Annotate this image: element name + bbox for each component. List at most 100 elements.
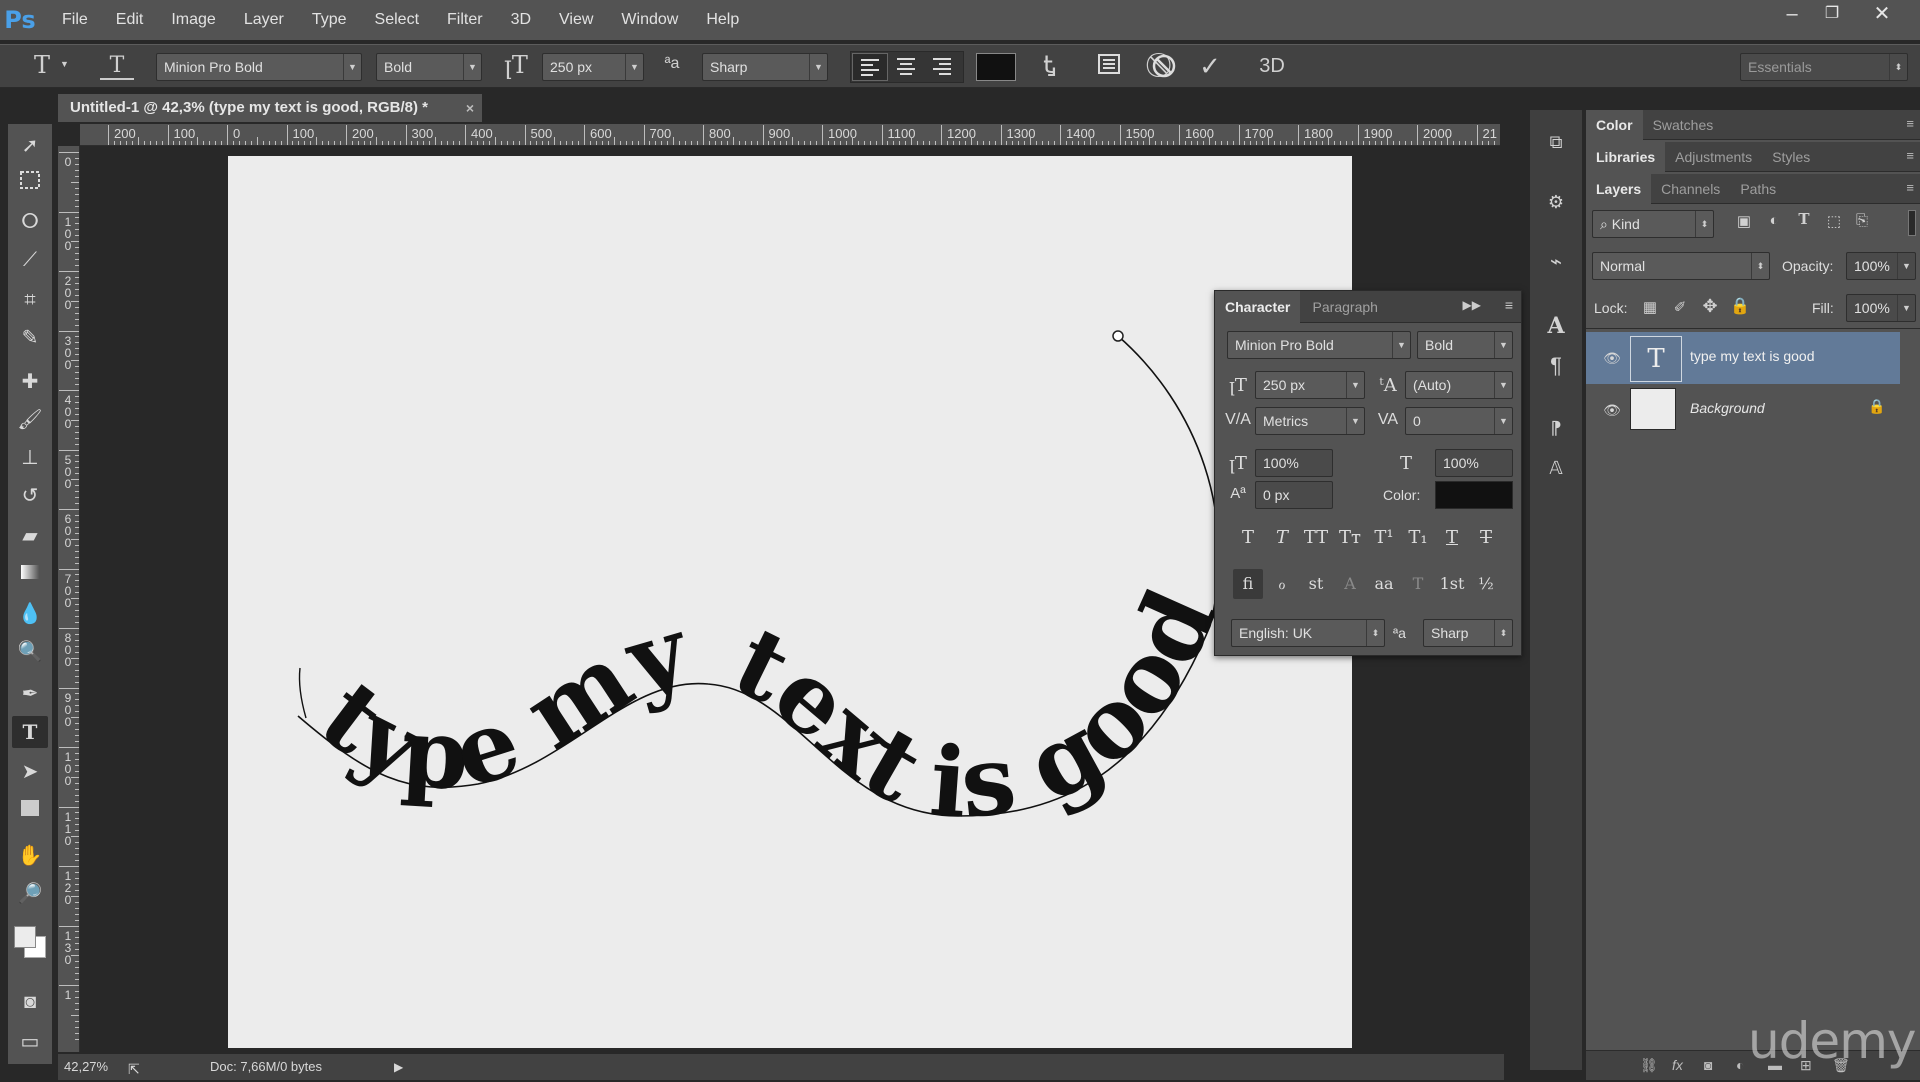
text-color-swatch[interactable] — [976, 53, 1016, 81]
menu-type[interactable]: Type — [298, 0, 361, 40]
layer-name[interactable]: Background — [1690, 400, 1765, 416]
crop-tool-icon[interactable]: ⌗ — [12, 284, 48, 316]
language-select[interactable]: English: UK ⬍ — [1231, 619, 1385, 647]
color-swatches-icon[interactable] — [12, 922, 48, 966]
subscript-button[interactable]: T₁ — [1403, 523, 1433, 553]
menu-view[interactable]: View — [545, 0, 607, 40]
fractions-button[interactable]: ½ — [1471, 569, 1501, 599]
brush-tool-icon[interactable]: 🖌 — [12, 404, 48, 436]
ligatures-button[interactable]: ﬁ — [1233, 569, 1263, 599]
tab-layers[interactable]: Layers — [1586, 174, 1652, 204]
chevron-down-icon[interactable]: ▼ — [60, 59, 69, 69]
lock-all-icon[interactable]: 🔒 — [1728, 296, 1752, 316]
healing-brush-tool-icon[interactable]: ✚ — [12, 366, 48, 398]
move-tool-icon[interactable]: ➚ — [12, 130, 48, 162]
menu-3d[interactable]: 3D — [497, 0, 545, 40]
char-vscale-input[interactable]: 100% — [1255, 449, 1333, 477]
menu-select[interactable]: Select — [361, 0, 433, 40]
char-size-select[interactable]: 250 px ▼ — [1255, 371, 1365, 399]
char-tracking-select[interactable]: 0 ▼ — [1405, 407, 1513, 435]
restore-button[interactable]: ❐ — [1812, 0, 1852, 30]
lock-position-icon[interactable]: ✥ — [1698, 296, 1722, 317]
type-tool-preset-icon[interactable]: T — [26, 51, 58, 79]
fill-input[interactable]: 100% ▼ — [1846, 294, 1916, 322]
align-center-icon[interactable] — [888, 53, 924, 81]
tab-libraries[interactable]: Libraries — [1586, 142, 1666, 172]
menu-layer[interactable]: Layer — [230, 0, 298, 40]
hand-tool-icon[interactable]: ✋ — [12, 840, 48, 872]
commit-edit-icon[interactable]: ✓ — [1194, 51, 1226, 82]
link-layers-icon[interactable]: ⛓ — [1640, 1057, 1658, 1074]
char-kerning-select[interactable]: Metrics ▼ — [1255, 407, 1365, 435]
document-tab[interactable]: Untitled-1 @ 42,3% (type my text is good… — [58, 94, 482, 122]
blend-mode-select[interactable]: Normal ⬍ — [1592, 252, 1770, 280]
tab-styles[interactable]: Styles — [1762, 142, 1820, 172]
toggle-orientation-icon[interactable]: T — [100, 53, 134, 80]
layer-row-background[interactable]: 👁 Background 🔒 — [1586, 384, 1900, 436]
filter-type-icon[interactable]: T — [1792, 210, 1816, 228]
eyedropper-tool-icon[interactable]: ✎ — [12, 322, 48, 354]
type-tool-icon[interactable]: T — [12, 716, 48, 748]
panel-menu-icon[interactable]: ≡ — [1505, 297, 1513, 313]
panel-menu-icon[interactable]: ≡ — [1906, 116, 1914, 131]
quick-mask-icon[interactable]: ◙ — [12, 986, 48, 1018]
visibility-eye-icon[interactable]: 👁 — [1602, 400, 1622, 420]
blur-tool-icon[interactable]: 💧 — [12, 598, 48, 630]
layer-style-icon[interactable]: fx — [1672, 1057, 1683, 1073]
stamp-tool-icon[interactable]: ⊥ — [12, 442, 48, 474]
menu-file[interactable]: File — [48, 0, 102, 40]
collapse-panel-icon[interactable]: ▶▶ — [1463, 298, 1481, 312]
ordinals-button[interactable]: T — [1403, 569, 1433, 599]
lock-image-icon[interactable]: ✐ — [1668, 298, 1692, 316]
paragraph-styles-icon[interactable]: ⁋ — [1538, 410, 1574, 446]
close-window-button[interactable]: ✕ — [1862, 0, 1902, 30]
paragraph-panel-icon[interactable]: ¶ — [1538, 348, 1574, 384]
panels-toggle-icon[interactable] — [1092, 53, 1126, 81]
quick-select-tool-icon[interactable]: ⟋ — [12, 244, 48, 276]
tab-color[interactable]: Color — [1586, 110, 1643, 140]
export-icon[interactable]: ⇱ — [128, 1056, 140, 1082]
opacity-input[interactable]: 100% ▼ — [1846, 252, 1916, 280]
superscript-ordinals-button[interactable]: 1st — [1437, 569, 1467, 599]
menu-window[interactable]: Window — [607, 0, 692, 40]
char-font-family-select[interactable]: Minion Pro Bold ▼ — [1227, 331, 1411, 359]
underline-button[interactable]: T — [1437, 523, 1467, 553]
history-icon[interactable]: ⧉ — [1538, 124, 1574, 160]
small-caps-button[interactable]: Tт — [1335, 523, 1365, 553]
doc-info[interactable]: Doc: 7,66M/0 bytes — [210, 1054, 322, 1080]
discretionary-ligatures-button[interactable]: ℴ — [1267, 569, 1297, 599]
panel-menu-icon[interactable]: ≡ — [1906, 148, 1914, 163]
tab-adjustments[interactable]: Adjustments — [1665, 142, 1762, 172]
marquee-tool-icon[interactable] — [12, 168, 48, 200]
align-left-icon[interactable] — [852, 53, 888, 81]
history-brush-tool-icon[interactable]: ↺ — [12, 480, 48, 512]
tab-swatches[interactable]: Swatches — [1643, 110, 1724, 140]
font-style-select[interactable]: Bold ▼ — [376, 53, 482, 81]
char-color-swatch[interactable] — [1435, 481, 1513, 509]
char-antialias-select[interactable]: Sharp ⬍ — [1423, 619, 1513, 647]
char-font-style-select[interactable]: Bold ▼ — [1417, 331, 1513, 359]
zoom-tool-icon[interactable]: 🔎 — [12, 878, 48, 910]
tab-character[interactable]: Character — [1215, 291, 1301, 323]
filter-adjustment-icon[interactable]: ◐ — [1762, 212, 1786, 229]
path-selection-tool-icon[interactable]: ➤ — [12, 756, 48, 788]
close-tab-icon[interactable]: × — [466, 94, 474, 122]
workspace-select[interactable]: Essentials ⬍ — [1740, 53, 1908, 81]
zoom-level[interactable]: 42,27% — [64, 1054, 108, 1080]
character-panel-icon[interactable]: A — [1538, 308, 1574, 344]
char-baseline-input[interactable]: 0 px — [1255, 481, 1333, 509]
brush-presets-icon[interactable]: ⌁ — [1538, 244, 1574, 280]
panel-menu-icon[interactable]: ≡ — [1906, 180, 1914, 195]
menu-edit[interactable]: Edit — [102, 0, 158, 40]
font-family-select[interactable]: Minion Pro Bold ▼ — [156, 53, 362, 81]
document-canvas[interactable]: type my text is good — [228, 156, 1352, 1048]
filter-smart-icon[interactable]: ⎘ — [1850, 212, 1874, 229]
layer-row-type[interactable]: 👁 T type my text is good — [1586, 332, 1900, 384]
warp-text-icon[interactable]: Ꮏ — [1034, 51, 1066, 79]
visibility-eye-icon[interactable]: 👁 — [1602, 348, 1622, 368]
filter-toggle[interactable] — [1908, 210, 1916, 236]
layer-filter-select[interactable]: ⌕ Kind ⬍ — [1592, 210, 1714, 238]
menu-filter[interactable]: Filter — [433, 0, 497, 40]
antialias-select[interactable]: Sharp ▼ — [702, 53, 828, 81]
faux-bold-button[interactable]: T — [1233, 523, 1263, 553]
